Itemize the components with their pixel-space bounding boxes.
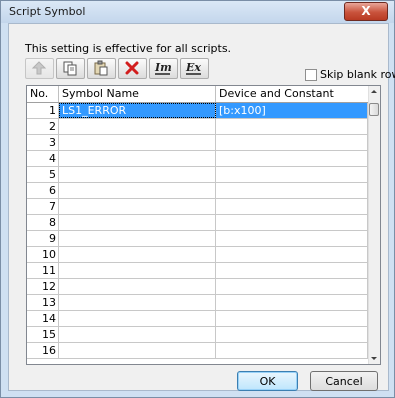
symbol-name-cell[interactable] [59, 183, 216, 198]
row-number: 2 [27, 119, 59, 134]
dialog-title: Script Symbol [9, 5, 86, 18]
paste-button[interactable] [87, 58, 116, 79]
device-cell[interactable] [216, 119, 368, 134]
table-row[interactable]: 11 [27, 263, 368, 279]
row-number: 14 [27, 311, 59, 326]
close-icon: X [361, 4, 371, 18]
table-row[interactable]: 4 [27, 151, 368, 167]
column-header-device[interactable]: Device and Constant [216, 86, 368, 102]
column-header-symbol-name[interactable]: Symbol Name [59, 86, 216, 102]
checkbox-box[interactable] [305, 69, 317, 81]
row-number: 15 [27, 327, 59, 342]
table-row[interactable]: 14 [27, 311, 368, 327]
import-button[interactable]: Im [149, 58, 178, 79]
device-cell[interactable] [216, 295, 368, 310]
table-row[interactable]: 10 [27, 247, 368, 263]
symbol-name-cell[interactable] [59, 135, 216, 150]
script-symbol-dialog: Script Symbol X This setting is effectiv… [0, 0, 395, 398]
table-row[interactable]: 5 [27, 167, 368, 183]
device-cell[interactable] [216, 343, 368, 358]
close-button[interactable]: X [344, 2, 388, 21]
device-cell[interactable] [216, 151, 368, 166]
device-cell[interactable]: [b:x100] [216, 103, 368, 118]
add-row-icon [31, 61, 47, 75]
row-number: 9 [27, 231, 59, 246]
copy-button[interactable] [56, 58, 85, 79]
device-cell[interactable] [216, 231, 368, 246]
row-number: 4 [27, 151, 59, 166]
symbol-name-cell[interactable] [59, 199, 216, 214]
table-row[interactable]: 12 [27, 279, 368, 295]
import-icon: Im [154, 61, 172, 75]
device-cell[interactable] [216, 327, 368, 342]
symbol-name-cell[interactable] [59, 327, 216, 342]
table-row[interactable]: 13 [27, 295, 368, 311]
add-row-button[interactable] [25, 58, 54, 79]
device-cell[interactable] [216, 279, 368, 294]
row-number: 11 [27, 263, 59, 278]
cancel-button[interactable]: Cancel [310, 371, 378, 391]
table-row[interactable]: 15 [27, 327, 368, 343]
device-cell[interactable] [216, 263, 368, 278]
delete-icon [125, 61, 139, 75]
hint-text: This setting is effective for all script… [25, 42, 232, 55]
table-row[interactable]: 9 [27, 231, 368, 247]
device-cell[interactable] [216, 247, 368, 262]
table-row[interactable]: 1 LS1_ERROR [b:x100] [27, 103, 368, 119]
row-number: 12 [27, 279, 59, 294]
table-row[interactable]: 6 [27, 183, 368, 199]
symbol-name-cell[interactable] [59, 231, 216, 246]
device-cell[interactable] [216, 167, 368, 182]
symbol-name-cell[interactable] [59, 311, 216, 326]
delete-button[interactable] [118, 58, 147, 79]
device-cell[interactable] [216, 311, 368, 326]
scroll-thumb[interactable] [369, 103, 379, 116]
copy-icon [63, 61, 77, 76]
table-row[interactable]: 8 [27, 215, 368, 231]
title-bar[interactable]: Script Symbol X [1, 1, 394, 23]
table-body: 1 LS1_ERROR [b:x100] 2 3 4 5 6 7 8 9 10 11 12 13 14 15 16 [27, 103, 368, 359]
symbol-name-cell[interactable] [59, 295, 216, 310]
dialog-body: This setting is effective for all script… [8, 23, 395, 391]
symbol-name-cell[interactable] [59, 151, 216, 166]
row-number: 16 [27, 343, 59, 358]
row-number: 13 [27, 295, 59, 310]
scroll-down-icon[interactable] [371, 357, 377, 360]
table-row[interactable]: 2 [27, 119, 368, 135]
column-header-no[interactable]: No. [27, 86, 59, 102]
symbol-name-cell[interactable] [59, 279, 216, 294]
table-row[interactable]: 16 [27, 343, 368, 359]
paste-icon [94, 60, 108, 76]
row-number: 3 [27, 135, 59, 150]
symbol-name-cell[interactable] [59, 263, 216, 278]
skip-blank-rows-label: Skip blank rows [320, 68, 395, 81]
table-header: No. Symbol Name Device and Constant [27, 86, 368, 103]
symbol-name-cell[interactable] [59, 343, 216, 358]
symbol-name-cell[interactable]: LS1_ERROR [59, 103, 216, 118]
symbol-name-cell[interactable] [59, 119, 216, 134]
export-icon: Ex [185, 61, 201, 75]
symbol-name-cell[interactable] [59, 167, 216, 182]
svg-text:Im: Im [154, 61, 172, 74]
symbol-name-cell[interactable] [59, 247, 216, 262]
svg-text:Ex: Ex [185, 61, 201, 74]
symbol-table: No. Symbol Name Device and Constant 1 LS1… [26, 85, 381, 365]
row-number: 6 [27, 183, 59, 198]
row-number: 1 [27, 103, 59, 118]
table-row[interactable]: 3 [27, 135, 368, 151]
ok-button[interactable]: OK [237, 371, 298, 391]
scroll-up-icon[interactable] [371, 90, 377, 93]
row-number: 5 [27, 167, 59, 182]
table-row[interactable]: 7 [27, 199, 368, 215]
device-cell[interactable] [216, 215, 368, 230]
export-button[interactable]: Ex [180, 58, 209, 79]
symbol-name-cell[interactable] [59, 215, 216, 230]
device-cell[interactable] [216, 183, 368, 198]
device-cell[interactable] [216, 135, 368, 150]
row-number: 7 [27, 199, 59, 214]
row-number: 8 [27, 215, 59, 230]
row-number: 10 [27, 247, 59, 262]
device-cell[interactable] [216, 199, 368, 214]
vertical-scrollbar[interactable] [368, 86, 380, 364]
